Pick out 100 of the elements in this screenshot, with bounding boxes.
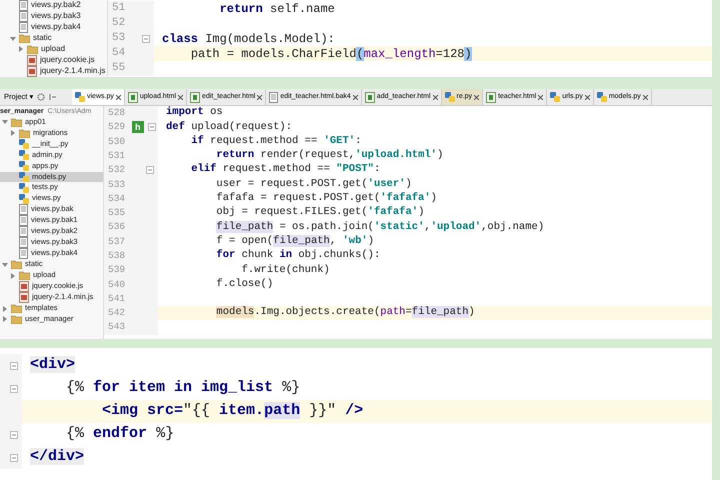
code-line: if request.method == 'GET': (190, 134, 362, 149)
folder-icon (27, 44, 38, 54)
script-file-icon (19, 281, 29, 292)
line-number: 537 (104, 234, 132, 249)
code-line: models.Img.objects.create(path=file_path) (215, 305, 475, 320)
close-icon[interactable] (538, 94, 544, 100)
script-file-icon (27, 66, 37, 77)
code-line: fafafa = request.POST.get('fafafa') (215, 191, 437, 206)
line-number: 52 (108, 16, 134, 31)
close-icon[interactable] (352, 94, 358, 100)
text-file-icon (19, 204, 28, 216)
gutter-badge[interactable]: h (132, 121, 144, 134)
line-number: 541 (104, 292, 132, 306)
line-number: 542 (104, 306, 132, 320)
html-file-icon (190, 92, 200, 102)
code-line: <img src="{{ item.path }}" /> (101, 401, 364, 422)
text-file-icon (19, 226, 28, 238)
line-number: 538 (104, 248, 132, 264)
code-line: return render(request,'upload.html') (215, 148, 444, 163)
close-icon[interactable] (257, 94, 262, 100)
html-file-icon (364, 92, 375, 102)
folder-icon (19, 128, 30, 138)
code-line: file_path = os.path.join('static','upload',obj.name) (215, 220, 544, 235)
tree-item[interactable]: static (0, 33, 107, 44)
line-number: 534 (104, 192, 132, 206)
line-number: 529 (104, 120, 132, 135)
collapsed-arrow-icon[interactable] (18, 46, 24, 52)
code-line: path = models.CharField(max_length=128) (190, 46, 472, 62)
folder-icon (19, 271, 30, 280)
close-icon[interactable] (178, 94, 184, 100)
line-number: 54 (108, 46, 134, 61)
text-file-icon (19, 248, 28, 260)
line-number: 53 (108, 31, 134, 46)
close-icon[interactable] (584, 94, 590, 100)
code-line: {% endfor %} (65, 424, 174, 444)
line-number: 530 (104, 134, 132, 149)
python-file-icon (19, 161, 29, 172)
python-file-icon (550, 92, 560, 102)
close-icon[interactable] (116, 94, 121, 100)
fold-marker-icon[interactable] (146, 166, 154, 174)
line-number: 535 (104, 206, 132, 220)
html-file-icon (486, 92, 496, 102)
tree-item[interactable]: views.py.bak2 (0, 0, 107, 12)
collapse-icon[interactable] (49, 93, 58, 101)
tree-item[interactable]: jquery.cookie.js (0, 54, 107, 66)
collapsed-arrow-icon[interactable] (10, 272, 16, 279)
tree-item[interactable]: views.py.bak3 (0, 11, 107, 22)
expanded-arrow-icon[interactable] (2, 119, 8, 126)
folder-icon (19, 34, 30, 44)
line-number: 540 (104, 278, 132, 292)
text-file-icon (19, 11, 28, 22)
python-file-icon (19, 139, 29, 150)
line-number: 531 (104, 148, 132, 164)
close-icon[interactable] (642, 94, 648, 100)
text-file-icon (269, 92, 278, 102)
line-number: 532 (104, 163, 132, 178)
fold-marker-icon[interactable] (10, 430, 18, 438)
line-number: 543 (104, 320, 132, 335)
fold-marker-icon[interactable] (142, 34, 150, 42)
collapsed-arrow-icon[interactable] (10, 130, 16, 136)
expanded-arrow-icon[interactable] (2, 262, 8, 268)
python-file-icon (444, 92, 454, 102)
fold-marker-icon[interactable] (10, 384, 18, 392)
tree-item[interactable]: views.py.bak4 (0, 22, 107, 34)
folder-icon (11, 314, 22, 324)
text-file-icon (19, 22, 28, 34)
code-line: class Img(models.Model): (162, 30, 335, 48)
python-file-icon (19, 182, 29, 193)
python-file-icon (596, 92, 607, 102)
html-file-icon (128, 92, 138, 102)
python-file-icon (19, 150, 29, 160)
code-line: f.write(chunk) (240, 262, 330, 278)
folder-icon (11, 304, 22, 314)
code-line: elif request.method == "POST": (190, 162, 380, 178)
text-file-icon (19, 237, 28, 248)
code-line: user = request.POST.get('user') (215, 176, 412, 192)
line-number: 533 (104, 177, 132, 192)
expanded-arrow-icon[interactable] (10, 36, 16, 42)
close-icon[interactable] (474, 94, 480, 100)
python-file-icon (75, 92, 85, 102)
fold-marker-icon[interactable] (10, 362, 18, 370)
fold-marker-icon[interactable] (148, 123, 156, 132)
line-number: 536 (104, 220, 132, 235)
code-line: def upload(request): (166, 120, 292, 135)
code-line: for chunk in obj.chunks(): (215, 248, 380, 264)
python-file-icon (19, 194, 29, 204)
line-number: 528 (104, 106, 132, 120)
close-icon[interactable] (432, 94, 438, 100)
fold-marker-icon[interactable] (10, 454, 18, 462)
code-line: f = open(file_path, 'wb') (215, 234, 374, 249)
line-number: 539 (104, 263, 132, 278)
text-file-icon (19, 215, 28, 226)
line-number: 55 (108, 61, 134, 76)
gear-icon[interactable] (37, 93, 46, 101)
script-file-icon (19, 292, 29, 304)
python-file-icon (19, 172, 29, 182)
line-number: 51 (108, 1, 134, 16)
tree-item[interactable]: jquery-2.1.4.min.js (0, 66, 107, 77)
folder-icon (11, 260, 22, 270)
tree-item[interactable]: upload (0, 44, 107, 55)
